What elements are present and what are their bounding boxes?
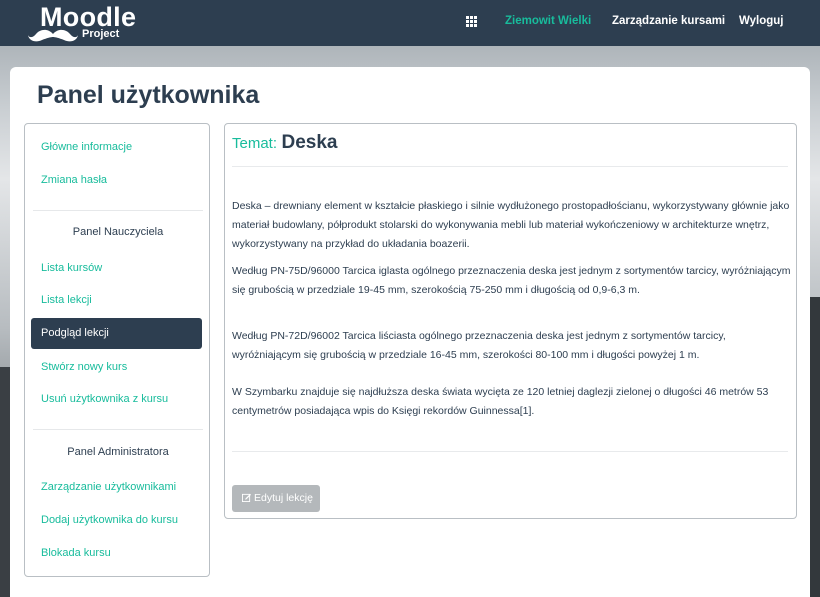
lesson-topic: Temat: Deska: [232, 132, 337, 154]
edit-icon: [242, 493, 251, 502]
sidebar-divider: [33, 429, 203, 430]
divider: [232, 166, 788, 167]
sidebar-item-lesson-list[interactable]: Lista lekcji: [41, 294, 92, 306]
sidebar-item-course-list[interactable]: Lista kursów: [41, 262, 102, 274]
main-panel: Panel użytkownika Główne informacje Zmia…: [10, 67, 810, 597]
sidebar-item-lesson-preview[interactable]: Podgląd lekcji: [31, 318, 202, 349]
page-title: Panel użytkownika: [37, 81, 260, 109]
brand-subtitle: Project: [82, 28, 120, 40]
lesson-paragraph: Deska – drewniany element w kształcie pł…: [232, 200, 790, 250]
lesson-paragraph: Według PN-75D/96000 Tarcica iglasta ogól…: [232, 265, 791, 296]
lesson-paragraph: Według PN-72D/96002 Tarcica liściasta og…: [232, 330, 726, 361]
sidebar: Główne informacje Zmiana hasła Panel Nau…: [24, 123, 210, 577]
divider: [232, 451, 788, 452]
sidebar-item-manage-users[interactable]: Zarządzanie użytkownikami: [41, 481, 176, 493]
lesson-paragraph: W Szymbarku znajduje się najdłuższa desk…: [232, 386, 769, 417]
edit-lesson-label: Edytuj lekcję: [254, 492, 313, 504]
sidebar-heading-admin: Panel Administratora: [67, 446, 169, 458]
sidebar-item-general-info[interactable]: Główne informacje: [41, 141, 132, 153]
edit-lesson-button[interactable]: Edytuj lekcję: [232, 485, 320, 512]
brand-logo[interactable]: Moodle Project: [28, 2, 148, 44]
nav-logout[interactable]: Wyloguj: [739, 15, 784, 27]
top-navbar: Moodle Project Ziemowit Wielki Zarządzan…: [0, 0, 820, 46]
topic-label: Temat:: [232, 135, 278, 152]
nav-user-name[interactable]: Ziemowit Wielki: [505, 15, 591, 27]
topic-title: Deska: [281, 132, 338, 153]
grid-icon[interactable]: [466, 16, 477, 27]
sidebar-item-remove-user-from-course[interactable]: Usuń użytkownika z kursu: [41, 393, 168, 405]
sidebar-item-add-user-to-course[interactable]: Dodaj użytkownika do kursu: [41, 514, 178, 526]
mustache-logo-icon: [28, 29, 78, 42]
sidebar-item-label: Podgląd lekcji: [41, 327, 109, 339]
sidebar-item-create-course[interactable]: Stwórz nowy kurs: [41, 361, 127, 373]
sidebar-item-change-password[interactable]: Zmiana hasła: [41, 174, 107, 186]
lesson-content: Temat: Deska Deska – drewniany element w…: [224, 123, 797, 519]
nav-manage-courses[interactable]: Zarządzanie kursami: [612, 15, 725, 27]
sidebar-divider: [33, 210, 203, 211]
sidebar-heading-teacher: Panel Nauczyciela: [72, 226, 164, 238]
sidebar-item-block-course[interactable]: Blokada kursu: [41, 547, 111, 559]
